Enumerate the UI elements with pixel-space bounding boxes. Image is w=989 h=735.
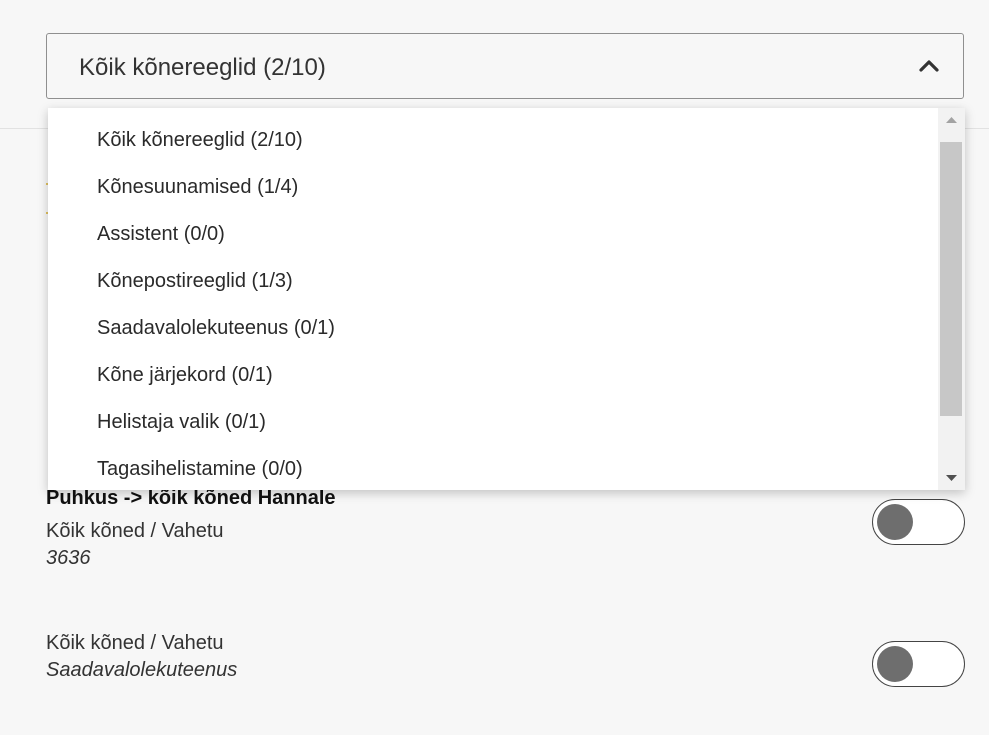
rule-type: Kõik kõned / Vahetu bbox=[46, 632, 224, 654]
dropdown-option-availability-service[interactable]: Saadavalolekuteenus (0/1) bbox=[97, 316, 335, 340]
scroll-down-arrow-icon[interactable] bbox=[946, 474, 957, 482]
dropdown-option-assistant[interactable]: Assistent (0/0) bbox=[97, 222, 225, 246]
dropdown-option-voicemail-rules[interactable]: Kõnepostireeglid (1/3) bbox=[97, 269, 293, 293]
rule-toggle-switch[interactable] bbox=[872, 499, 965, 545]
rule-title: Puhkus -> kõik kõned Hannale bbox=[46, 487, 336, 509]
rule-type: Kõik kõned / Vahetu bbox=[46, 520, 224, 542]
rule-filter-dropdown-list: Kõik kõnereeglid (2/10) Kõnesuunamised (… bbox=[48, 108, 965, 490]
rule-target: Saadavalolekuteenus bbox=[46, 659, 238, 681]
rule-filter-select[interactable]: Kõik kõnereeglid (2/10) bbox=[46, 33, 964, 99]
dropdown-option-caller-choice[interactable]: Helistaja valik (0/1) bbox=[97, 410, 266, 434]
scrollbar-thumb[interactable] bbox=[940, 142, 962, 416]
chevron-up-icon[interactable] bbox=[917, 54, 941, 78]
rule-target: 3636 bbox=[46, 547, 91, 569]
dropdown-option-call-forwarding[interactable]: Kõnesuunamised (1/4) bbox=[97, 175, 298, 199]
toggle-knob bbox=[877, 504, 913, 540]
dropdown-option-all-rules[interactable]: Kõik kõnereeglid (2/10) bbox=[97, 128, 303, 152]
rule-toggle-switch[interactable] bbox=[872, 641, 965, 687]
toggle-knob bbox=[877, 646, 913, 682]
rule-filter-selected-value: Kõik kõnereeglid (2/10) bbox=[79, 54, 326, 81]
dropdown-option-call-queue[interactable]: Kõne järjekord (0/1) bbox=[97, 363, 273, 387]
dropdown-scrollbar[interactable] bbox=[938, 108, 965, 490]
scroll-up-arrow-icon[interactable] bbox=[946, 116, 957, 124]
dropdown-option-callback[interactable]: Tagasihelistamine (0/0) bbox=[97, 457, 303, 481]
